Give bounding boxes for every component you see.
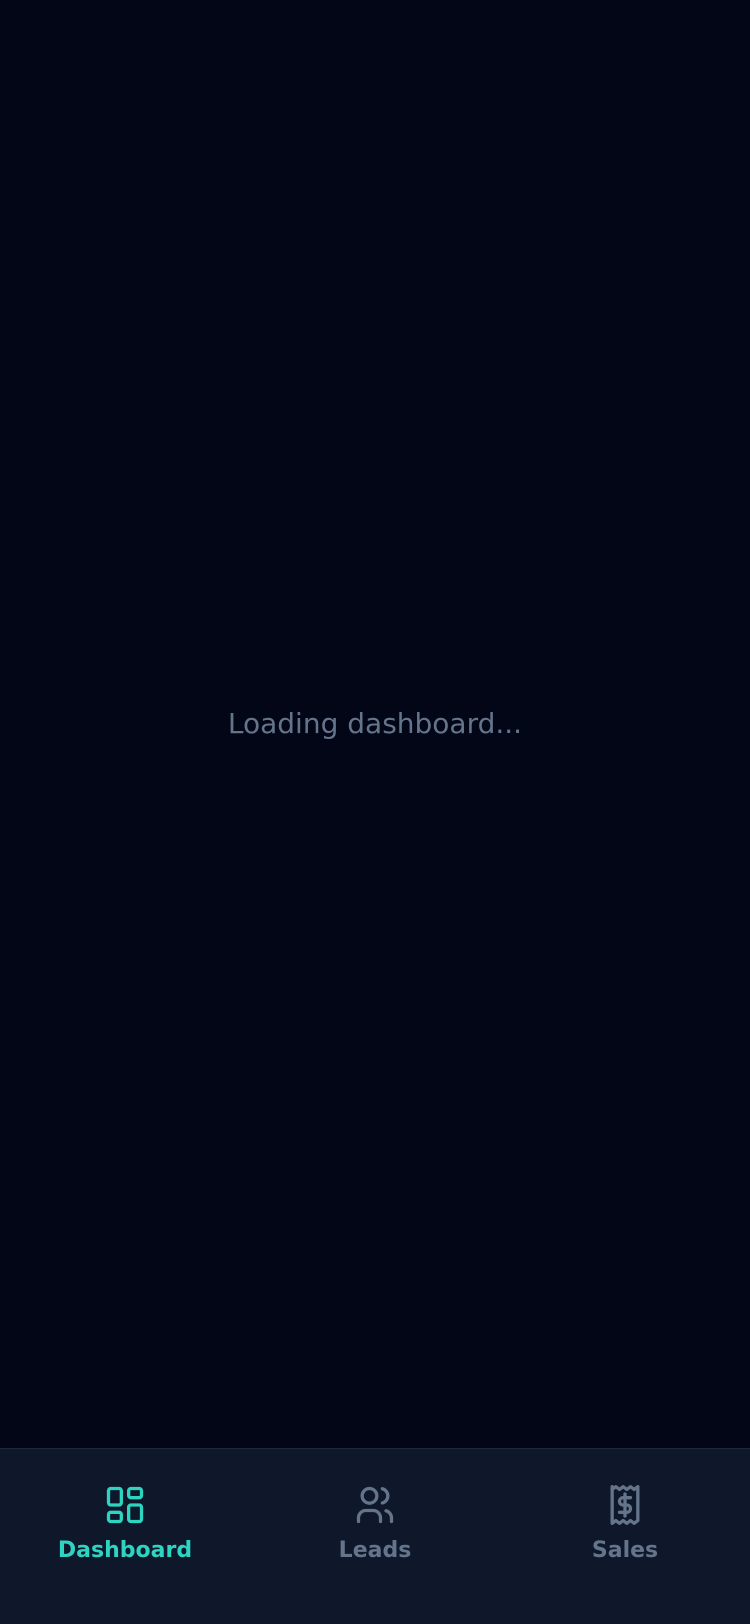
tab-leads-label: Leads	[338, 1538, 412, 1563]
tab-sales[interactable]: Sales	[500, 1449, 750, 1624]
loading-message: Loading dashboard...	[227, 707, 523, 740]
app-screen: Loading dashboard... Dashboard Leads Sal…	[0, 0, 750, 1624]
users-icon	[356, 1486, 394, 1524]
receipt-dollar-icon	[610, 1485, 640, 1525]
dashboard-grid-icon	[106, 1486, 144, 1524]
bottom-tab-bar: Dashboard Leads Sales	[0, 1448, 750, 1624]
tab-leads[interactable]: Leads	[250, 1449, 500, 1624]
tab-dashboard[interactable]: Dashboard	[0, 1449, 250, 1624]
tab-sales-label: Sales	[591, 1538, 659, 1563]
tab-dashboard-label: Dashboard	[57, 1538, 193, 1563]
